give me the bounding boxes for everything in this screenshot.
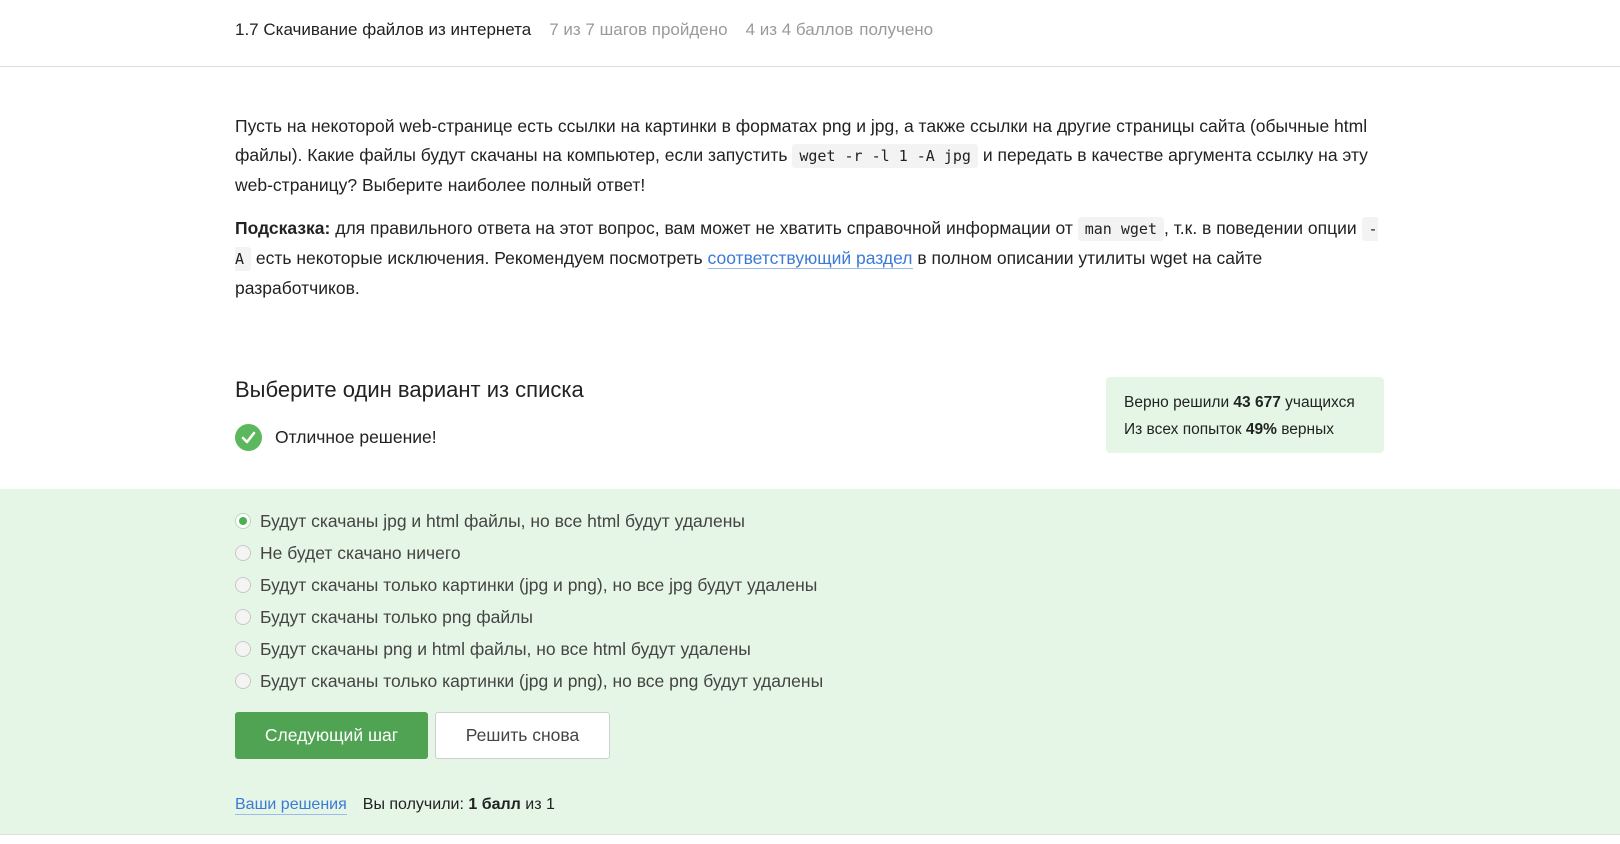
stats-correct-percent: 49% — [1245, 421, 1277, 438]
option-item[interactable]: Не будет скачано ничего — [235, 537, 823, 569]
score-result-text: из 1 — [520, 796, 555, 813]
action-buttons: Следующий шаг Решить снова — [235, 712, 610, 759]
stats-box: Верно решили 43 677 учащихся Из всех поп… — [1106, 377, 1384, 453]
hint-text-part: есть некоторые исключения. Рекомендуем п… — [251, 248, 708, 268]
option-item[interactable]: Будут скачаны jpg и html файлы, но все h… — [235, 505, 823, 537]
stats-text: Верно решили — [1124, 394, 1234, 411]
header-bar: 1.7 Скачивание файлов из интернета 7 из … — [235, 20, 933, 40]
radio-button[interactable] — [235, 545, 251, 561]
radio-button[interactable] — [235, 609, 251, 625]
stats-solved: Верно решили 43 677 учащихся — [1124, 389, 1384, 416]
stats-attempts: Из всех попыток 49% верных — [1124, 416, 1384, 443]
stats-text: Из всех попыток — [1124, 421, 1246, 438]
option-label: Будут скачаны только картинки (jpg и png… — [260, 670, 824, 691]
option-label: Будут скачаны png и html файлы, но все h… — [260, 638, 751, 659]
quiz-title: Выберите один вариант из списка — [235, 377, 584, 402]
option-label: Будут скачаны только png файлы — [260, 606, 533, 627]
hint-paragraph: Подсказка: для правильного ответа на это… — [235, 214, 1385, 303]
score-result-text: Вы получили: — [362, 796, 469, 813]
option-label: Будут скачаны только картинки (jpg и png… — [260, 574, 818, 595]
stats-text: верных — [1276, 421, 1334, 438]
points-progress: 4 из 4 баллов получено — [746, 20, 934, 40]
radio-button-selected[interactable] — [235, 513, 251, 529]
solution-status: Отличное решение! — [235, 424, 437, 451]
radio-button[interactable] — [235, 577, 251, 593]
option-item[interactable]: Будут скачаны только png файлы — [235, 601, 823, 633]
options-list: Будут скачаны jpg и html файлы, но все h… — [235, 505, 823, 697]
points-value: 4 из 4 баллов — [745, 20, 854, 39]
code-wget-command: wget -r -l 1 -A jpg — [792, 144, 978, 168]
code-man-wget: man wget — [1077, 217, 1164, 241]
submission-footer: Ваши решения Вы получили: 1 балл из 1 — [235, 796, 555, 815]
hint-text-part: для правильного ответа на этот вопрос, в… — [330, 218, 1078, 238]
next-step-button[interactable]: Следующий шаг — [235, 712, 428, 759]
hint-label: Подсказка: — [235, 218, 331, 238]
question-paragraph: Пусть на некоторой web-странице есть ссы… — [235, 112, 1385, 200]
checkmark-icon — [235, 424, 262, 451]
option-label: Будут скачаны jpg и html файлы, но все h… — [260, 510, 745, 531]
answer-area: Будут скачаны jpg и html файлы, но все h… — [0, 489, 1620, 834]
status-text: Отличное решение! — [275, 427, 437, 447]
your-solutions-link[interactable]: Ваши решения — [235, 796, 347, 815]
score-result-value: 1 балл — [468, 796, 521, 813]
stats-solved-count: 43 677 — [1233, 394, 1281, 411]
points-suffix: получено — [859, 20, 934, 39]
option-item[interactable]: Будут скачаны только картинки (jpg и png… — [235, 569, 823, 601]
option-item[interactable]: Будут скачаны только картинки (jpg и png… — [235, 665, 823, 697]
stats-text: учащихся — [1280, 394, 1355, 411]
hint-text-part: , т.к. в поведении опции — [1164, 218, 1362, 238]
lesson-header: 1.7 Скачивание файлов из интернета 7 из … — [0, 0, 1620, 67]
score-result: Вы получили: 1 балл из 1 — [363, 796, 555, 815]
option-label: Не будет скачано ничего — [260, 542, 461, 563]
radio-button[interactable] — [235, 641, 251, 657]
retry-button[interactable]: Решить снова — [435, 712, 610, 759]
radio-button[interactable] — [235, 673, 251, 689]
lesson-title: 1.7 Скачивание файлов из интернета — [235, 20, 532, 39]
steps-progress: 7 из 7 шагов пройдено — [549, 20, 728, 39]
option-item[interactable]: Будут скачаны png и html файлы, но все h… — [235, 633, 823, 665]
question-text: Пусть на некоторой web-странице есть ссы… — [235, 112, 1385, 317]
docs-section-link[interactable]: соответствующий раздел — [707, 248, 913, 269]
